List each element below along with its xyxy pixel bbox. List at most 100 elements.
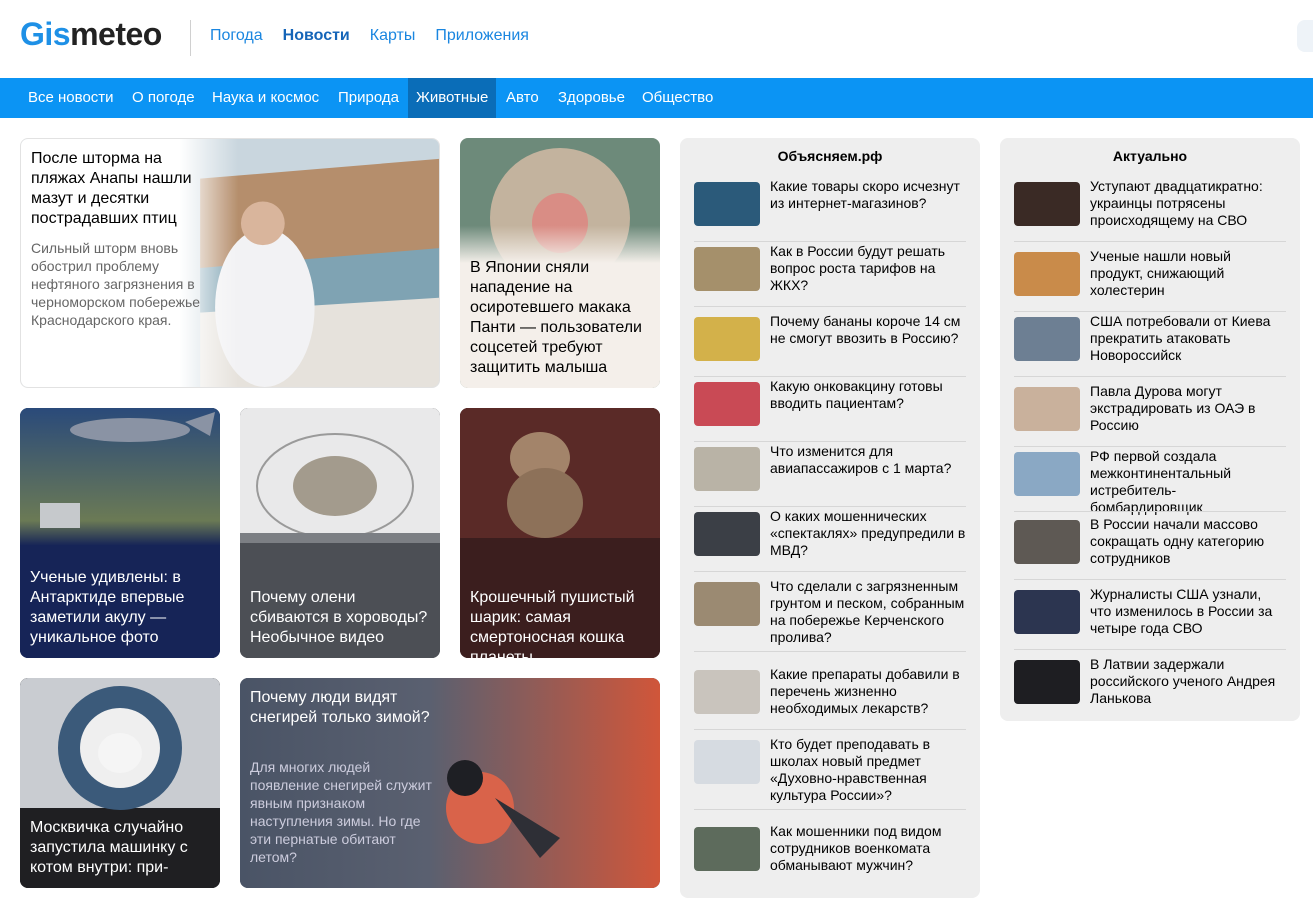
- explain-item-text: Что сделали с загрязненным грунтом и пес…: [770, 578, 965, 645]
- explain-item-text: Кто будет преподавать в школах новый пре…: [770, 736, 931, 803]
- category-nature[interactable]: Природа: [330, 78, 407, 118]
- actual-item[interactable]: США потребовали от Киева прекратить атак…: [1014, 313, 1286, 377]
- explain-thumb: [694, 740, 760, 784]
- explain-item-text: Какие товары скоро исчезнут из интернет-…: [770, 178, 960, 211]
- divider: [1014, 311, 1286, 312]
- card-title: Почему люди видят снегирей только зимой?: [250, 689, 430, 726]
- logo-part-meteo: meteo: [70, 16, 162, 52]
- actual-thumb: [1014, 182, 1080, 226]
- actual-item[interactable]: Журналисты США узнали, что изменилось в …: [1014, 586, 1286, 650]
- card-title: Ученые удивлены: в Антарктиде впервые за…: [30, 569, 185, 646]
- category-bar: Все новости О погоде Наука и космос Прир…: [0, 78, 1313, 118]
- divider: [694, 809, 966, 810]
- nav-maps[interactable]: Карты: [370, 27, 416, 45]
- explain-item[interactable]: Почему бананы короче 14 см не смогут вво…: [694, 313, 966, 377]
- card-lead: Для многих людей появление снегирей служ…: [250, 759, 432, 865]
- explain-item-text: Почему бананы короче 14 см не смогут вво…: [770, 313, 961, 346]
- divider: [694, 571, 966, 572]
- explain-item[interactable]: Что изменится для авиапассажиров с 1 мар…: [694, 443, 966, 507]
- explain-panel: Объясняем.рф Какие товары скоро исчезнут…: [680, 138, 980, 898]
- actual-thumb: [1014, 252, 1080, 296]
- actual-thumb: [1014, 520, 1080, 564]
- explain-item-text: Как в России будут решать вопрос роста т…: [770, 243, 946, 293]
- divider: [694, 306, 966, 307]
- explain-thumb: [694, 670, 760, 714]
- news-card-cat[interactable]: Крошечный пушистый шарик: самая смертоно…: [460, 408, 660, 658]
- card-title: В Японии сняли нападение на осиротевшего…: [470, 259, 642, 376]
- explain-thumb: [694, 382, 760, 426]
- explain-item[interactable]: Какие товары скоро исчезнут из интернет-…: [694, 178, 966, 242]
- divider: [1014, 241, 1286, 242]
- news-card-washer[interactable]: Москвичка случайно запустила машинку с к…: [20, 678, 220, 888]
- category-animals[interactable]: Животные: [408, 78, 497, 118]
- site-header: Gismeteo Погода Новости Карты Приложения: [0, 0, 1313, 78]
- category-auto[interactable]: Авто: [498, 78, 547, 118]
- news-card-deer[interactable]: Почему олени сбиваются в хороводы? Необы…: [240, 408, 440, 658]
- explain-item[interactable]: Как в России будут решать вопрос роста т…: [694, 243, 966, 307]
- actual-item[interactable]: Уступают двадцатикратно: украинцы потряс…: [1014, 178, 1286, 242]
- news-card-bullfinch[interactable]: Почему люди видят снегирей только зимой?…: [240, 678, 660, 888]
- actual-item[interactable]: Павла Дурова могут экстрадировать из ОАЭ…: [1014, 383, 1286, 447]
- actual-item-text: США потребовали от Киева прекратить атак…: [1090, 313, 1271, 363]
- actual-item-text: РФ первой создала межконтинентальный ист…: [1090, 448, 1232, 515]
- category-weather[interactable]: О погоде: [124, 78, 203, 118]
- explain-thumb: [694, 827, 760, 871]
- actual-thumb: [1014, 660, 1080, 704]
- logo-part-gis: Gis: [20, 16, 71, 52]
- news-card-monkey[interactable]: В Японии сняли нападение на осиротевшего…: [460, 138, 660, 388]
- divider: [1014, 511, 1286, 512]
- explain-panel-title: Объясняем.рф: [777, 148, 883, 164]
- divider: [1014, 649, 1286, 650]
- divider: [694, 441, 966, 442]
- actual-thumb: [1014, 387, 1080, 431]
- news-card-shark[interactable]: Ученые удивлены: в Антарктиде впервые за…: [20, 408, 220, 658]
- category-society[interactable]: Общество: [634, 78, 721, 118]
- actual-item-text: В Латвии задержали российского ученого А…: [1090, 656, 1276, 706]
- actual-panel: Актуально Уступают двадцатикратно: украи…: [1000, 138, 1300, 721]
- category-all[interactable]: Все новости: [20, 78, 122, 118]
- explain-item[interactable]: Что сделали с загрязненным грунтом и пес…: [694, 578, 966, 652]
- explain-item[interactable]: О каких мошеннических «спектаклях» преду…: [694, 508, 966, 572]
- category-health[interactable]: Здоровье: [550, 78, 633, 118]
- nav-weather[interactable]: Погода: [210, 27, 263, 45]
- actual-thumb: [1014, 317, 1080, 361]
- explain-item[interactable]: Как мошенники под видом сотрудников воен…: [694, 823, 966, 887]
- divider: [1014, 376, 1286, 377]
- category-science[interactable]: Наука и космос: [204, 78, 327, 118]
- actual-item[interactable]: Ученые нашли новый продукт, снижающий хо…: [1014, 248, 1286, 312]
- explain-item-text: Что изменится для авиапассажиров с 1 мар…: [770, 443, 952, 476]
- explain-item-text: Какие препараты добавили в перечень жизн…: [770, 666, 960, 716]
- nav-apps[interactable]: Приложения: [435, 27, 529, 45]
- explain-thumb: [694, 317, 760, 361]
- nav-news[interactable]: Новости: [283, 27, 350, 45]
- explain-thumb: [694, 182, 760, 226]
- explain-thumb: [694, 512, 760, 556]
- explain-item-text: О каких мошеннических «спектаклях» преду…: [770, 508, 966, 558]
- card-title: После шторма на пляжах Анапы нашли мазут…: [31, 150, 192, 227]
- actual-item-text: Павла Дурова могут экстрадировать из ОАЭ…: [1090, 383, 1256, 433]
- card-lead: Сильный шторм вновь обострил проблему не…: [31, 240, 201, 328]
- explain-thumb: [694, 582, 760, 626]
- actual-item-text: Журналисты США узнали, что изменилось в …: [1090, 586, 1273, 636]
- search-button[interactable]: [1297, 20, 1313, 52]
- divider: [694, 651, 966, 652]
- actual-thumb: [1014, 452, 1080, 496]
- gismeteo-logo[interactable]: Gismeteo: [20, 16, 162, 53]
- card-title: Почему олени сбиваются в хороводы? Необы…: [250, 589, 428, 646]
- divider: [694, 376, 966, 377]
- divider: [694, 729, 966, 730]
- top-nav: Погода Новости Карты Приложения: [210, 27, 529, 45]
- explain-item[interactable]: Какую онковакцину готовы вводить пациент…: [694, 378, 966, 442]
- actual-item[interactable]: РФ первой создала межконтинентальный ист…: [1014, 448, 1286, 515]
- card-title: Крошечный пушистый шарик: самая смертоно…: [470, 589, 635, 658]
- explain-item[interactable]: Кто будет преподавать в школах новый пре…: [694, 736, 966, 810]
- header-divider: [190, 20, 191, 56]
- actual-item[interactable]: В России начали массово сокращать одну к…: [1014, 516, 1286, 580]
- actual-item-text: В России начали массово сокращать одну к…: [1090, 516, 1265, 566]
- actual-item[interactable]: В Латвии задержали российского ученого А…: [1014, 656, 1286, 720]
- actual-panel-title: Актуально: [1112, 148, 1188, 164]
- explain-item-text: Какую онковакцину готовы вводить пациент…: [770, 378, 943, 411]
- news-card-anapa[interactable]: После шторма на пляжах Анапы нашли мазут…: [20, 138, 440, 388]
- explain-item[interactable]: Какие препараты добавили в перечень жизн…: [694, 666, 966, 730]
- divider: [694, 241, 966, 242]
